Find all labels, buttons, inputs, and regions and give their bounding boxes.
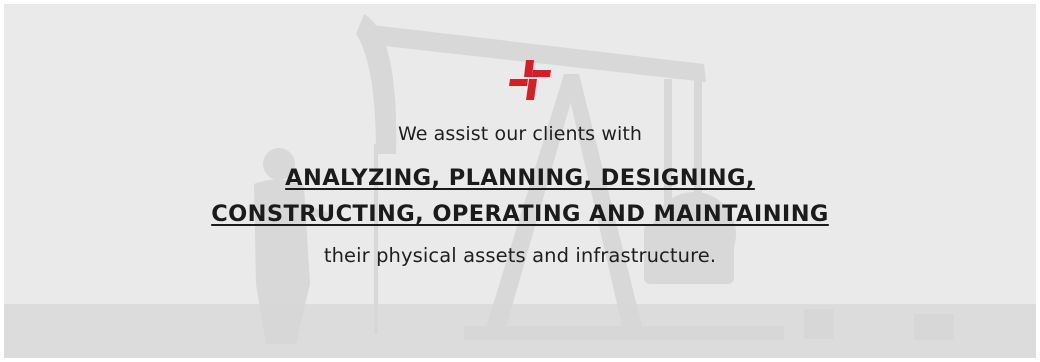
outro-text: their physical assets and infrastructure…	[323, 244, 717, 267]
hero-banner: We assist our clients with ANALYZING, PL…	[4, 4, 1036, 358]
services-highlight-line-2: CONSTRUCTING, OPERATING AND MAINTAINING	[211, 201, 829, 227]
services-highlight-line-1: ANALYZING, PLANNING, DESIGNING,	[285, 165, 755, 191]
red-cross-brand-logo-icon	[509, 60, 551, 100]
intro-text: We assist our clients with	[397, 123, 643, 145]
banner-content: We assist our clients with ANALYZING, PL…	[4, 4, 1036, 358]
